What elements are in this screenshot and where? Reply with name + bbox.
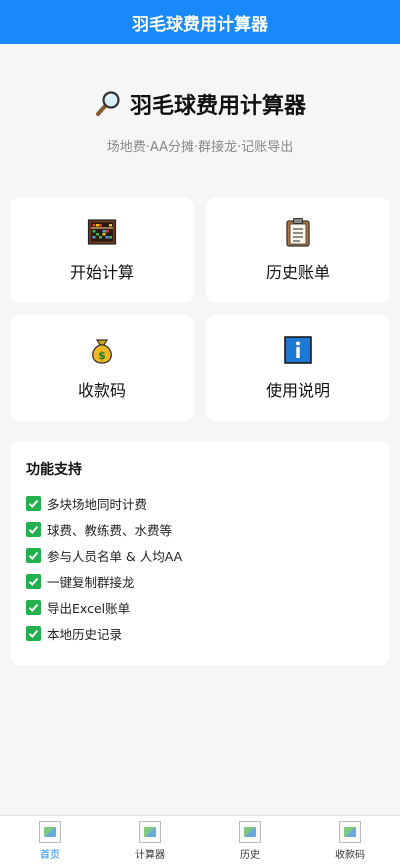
broken-image-icon <box>139 821 161 843</box>
start-calc-label: 开始计算 <box>69 263 134 282</box>
tab-calculator[interactable]: 计算器 <box>100 816 200 866</box>
hero-title-text: 羽毛球费用计算器 <box>129 94 306 119</box>
feature-text: 本地历史记录 <box>47 627 123 642</box>
broken-image-icon <box>239 821 261 843</box>
check-icon <box>26 600 41 615</box>
feature-text: 一键复制群接龙 <box>47 575 135 590</box>
menu-grid: 开始计算 历史账单 $ 收款码 使用说明 <box>0 197 400 421</box>
abacus-icon <box>87 219 117 245</box>
hero-title: 羽毛球费用计算器 <box>0 88 400 120</box>
clipboard-icon <box>286 218 310 247</box>
tab-home-label: 首页 <box>40 850 60 861</box>
hero: 羽毛球费用计算器 场地费·AA分摊·群接龙·记账导出 <box>0 44 400 155</box>
feature-item: 导出Excel账单 <box>26 599 374 616</box>
tab-history[interactable]: 历史 <box>200 816 300 866</box>
feature-text: 导出Excel账单 <box>47 601 131 616</box>
nav-title: 羽毛球费用计算器 <box>132 14 268 35</box>
feature-item: 参与人员名单 & 人均AA <box>26 547 374 564</box>
tab-payment-code[interactable]: 收款码 <box>300 816 400 866</box>
check-icon <box>26 626 41 641</box>
instructions-card[interactable]: 使用说明 <box>206 315 390 421</box>
start-calc-card[interactable]: 开始计算 <box>10 197 194 303</box>
tab-home[interactable]: 首页 <box>0 816 100 866</box>
svg-text:$: $ <box>98 349 106 362</box>
feature-item: 本地历史记录 <box>26 625 374 642</box>
payment-code-label: 收款码 <box>77 381 126 400</box>
tab-bar: 首页 计算器 历史 收款码 <box>0 815 400 866</box>
feature-item: 多块场地同时计费 <box>26 495 374 512</box>
check-icon <box>26 574 41 589</box>
magnifier-icon <box>95 91 120 116</box>
info-icon <box>284 336 312 364</box>
tab-payment-code-label: 收款码 <box>335 850 365 861</box>
check-icon <box>26 522 41 537</box>
check-icon <box>26 548 41 563</box>
check-icon <box>26 496 41 511</box>
hero-subtitle: 场地费·AA分摊·群接龙·记账导出 <box>106 140 294 155</box>
features-title: 功能支持 <box>26 462 82 478</box>
nav-bar: 羽毛球费用计算器 <box>0 0 400 44</box>
tab-calculator-label: 计算器 <box>135 850 165 861</box>
broken-image-icon <box>339 821 361 843</box>
tab-history-label: 历史 <box>240 850 260 861</box>
payment-code-card[interactable]: $ 收款码 <box>10 315 194 421</box>
history-bills-card[interactable]: 历史账单 <box>206 197 390 303</box>
instructions-label: 使用说明 <box>265 381 330 400</box>
history-bills-label: 历史账单 <box>265 263 330 282</box>
feature-item: 一键复制群接龙 <box>26 573 374 590</box>
money-bag-icon: $ <box>92 339 112 364</box>
feature-text: 参与人员名单 & 人均AA <box>47 549 183 564</box>
features-panel: 功能支持 多块场地同时计费 球费、教练费、水费等 参与人员名单 & 人均AA 一… <box>10 441 390 665</box>
feature-text: 球费、教练费、水费等 <box>47 523 173 538</box>
feature-text: 多块场地同时计费 <box>47 497 148 512</box>
broken-image-icon <box>39 821 61 843</box>
feature-item: 球费、教练费、水费等 <box>26 521 374 538</box>
